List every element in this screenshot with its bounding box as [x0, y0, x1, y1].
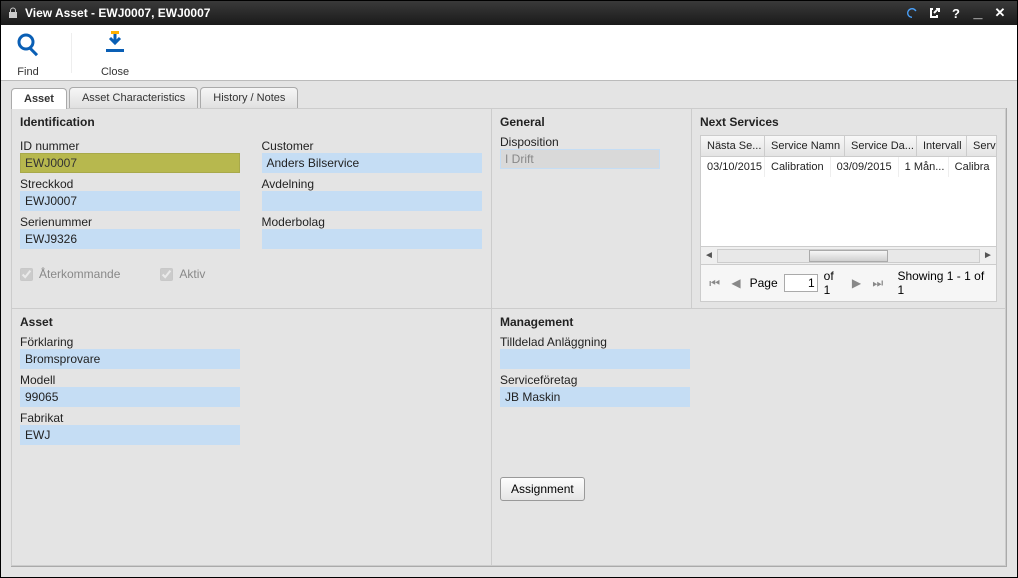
panel-next-services: Next Services Nästa Se... Service Namn S… [691, 108, 1006, 309]
table-row[interactable]: 03/10/2015 Calibration 03/09/2015 1 Mån.… [701, 157, 996, 177]
recurring-checkbox[interactable]: Återkommande [20, 267, 120, 281]
streck-field[interactable]: EWJ0007 [20, 191, 240, 211]
panel-general: General Disposition I Drift [491, 108, 692, 309]
serie-field[interactable]: EWJ9326 [20, 229, 240, 249]
content-area: Identification ID nummer EWJ0007 Streckk… [11, 108, 1007, 567]
showing-label: Showing 1 - 1 of 1 [897, 269, 990, 297]
h-scrollbar[interactable]: ◄ ► [701, 246, 996, 264]
panel-asset: Asset Förklaring Bromsprovare Modell 990… [11, 308, 492, 566]
assignment-button[interactable]: Assignment [500, 477, 585, 501]
services-table: Nästa Se... Service Namn Service Da... I… [700, 135, 997, 302]
search-icon [13, 29, 43, 62]
serie-label: Serienummer [20, 215, 242, 229]
pager: ⏮ ◀ Page of 1 ▶ ⏭ Showing 1 - 1 of 1 [701, 264, 996, 301]
mgmt-title: Management [500, 315, 997, 329]
find-label: Find [17, 66, 38, 78]
window-title: View Asset - EWJ0007, EWJ0007 [25, 6, 210, 20]
streck-label: Streckkod [20, 177, 242, 191]
customer-field[interactable]: Anders Bilservice [262, 153, 482, 173]
page-input[interactable] [784, 274, 818, 292]
panel-identification: Identification ID nummer EWJ0007 Streckk… [11, 108, 492, 309]
close-tool-button[interactable]: Close [100, 29, 130, 78]
find-button[interactable]: Find [13, 29, 43, 78]
serv-field[interactable]: JB Maskin [500, 387, 690, 407]
general-title: General [500, 115, 683, 129]
services-header-row: Nästa Se... Service Namn Service Da... I… [701, 136, 996, 157]
app-window: View Asset - EWJ0007, EWJ0007 ? _ ✕ Find… [0, 0, 1018, 578]
prev-page-button[interactable]: ◀ [728, 276, 743, 290]
help-icon[interactable]: ? [945, 5, 967, 21]
page-of: of 1 [824, 269, 843, 297]
tab-bar: Asset Asset Characteristics History / No… [11, 87, 1017, 108]
lock-icon [7, 7, 19, 19]
moder-field[interactable] [262, 229, 482, 249]
col-date[interactable]: Service Da... [845, 136, 917, 156]
tab-history[interactable]: History / Notes [200, 87, 298, 108]
till-field[interactable] [500, 349, 690, 369]
col-service[interactable]: Servic [967, 136, 997, 156]
disposition-label: Disposition [500, 135, 683, 149]
close-button[interactable]: ✕ [989, 5, 1011, 21]
modell-field[interactable]: 99065 [20, 387, 240, 407]
minimize-button[interactable]: _ [967, 5, 989, 21]
scroll-right-icon[interactable]: ► [980, 250, 996, 261]
col-intervall[interactable]: Intervall [917, 136, 967, 156]
active-checkbox[interactable]: Aktiv [160, 267, 205, 281]
id-field[interactable]: EWJ0007 [20, 153, 240, 173]
tab-asset[interactable]: Asset [11, 88, 67, 109]
page-label: Page [750, 276, 778, 290]
first-page-button[interactable]: ⏮ [707, 276, 722, 291]
last-page-button[interactable]: ⏭ [870, 276, 885, 291]
toolbar: Find Close [1, 25, 1017, 81]
refresh-icon[interactable] [901, 5, 923, 21]
moder-label: Moderbolag [262, 215, 484, 229]
avd-label: Avdelning [262, 177, 484, 191]
asset-title: Asset [20, 315, 483, 329]
close-tool-icon [100, 29, 130, 62]
scroll-thumb[interactable] [809, 250, 887, 262]
avd-field[interactable] [262, 191, 482, 211]
tab-characteristics[interactable]: Asset Characteristics [69, 87, 198, 108]
fork-field[interactable]: Bromsprovare [20, 349, 240, 369]
panel-management: Management Tilldelad Anläggning Servicef… [491, 308, 1006, 566]
serv-label: Serviceföretag [500, 373, 997, 387]
disposition-field: I Drift [500, 149, 660, 169]
close-tool-label: Close [101, 66, 129, 78]
id-label: ID nummer [20, 139, 242, 153]
till-label: Tilldelad Anläggning [500, 335, 997, 349]
fabrikat-field[interactable]: EWJ [20, 425, 240, 445]
modell-label: Modell [20, 373, 483, 387]
titlebar: View Asset - EWJ0007, EWJ0007 ? _ ✕ [1, 1, 1017, 25]
identification-title: Identification [20, 115, 483, 129]
services-title: Next Services [700, 115, 997, 129]
fabrikat-label: Fabrikat [20, 411, 483, 425]
customer-label: Customer [262, 139, 484, 153]
scroll-left-icon[interactable]: ◄ [701, 250, 717, 261]
fork-label: Förklaring [20, 335, 483, 349]
col-namn[interactable]: Service Namn [765, 136, 845, 156]
next-page-button[interactable]: ▶ [849, 276, 864, 290]
col-nasta[interactable]: Nästa Se... [701, 136, 765, 156]
link-icon[interactable] [923, 5, 945, 21]
